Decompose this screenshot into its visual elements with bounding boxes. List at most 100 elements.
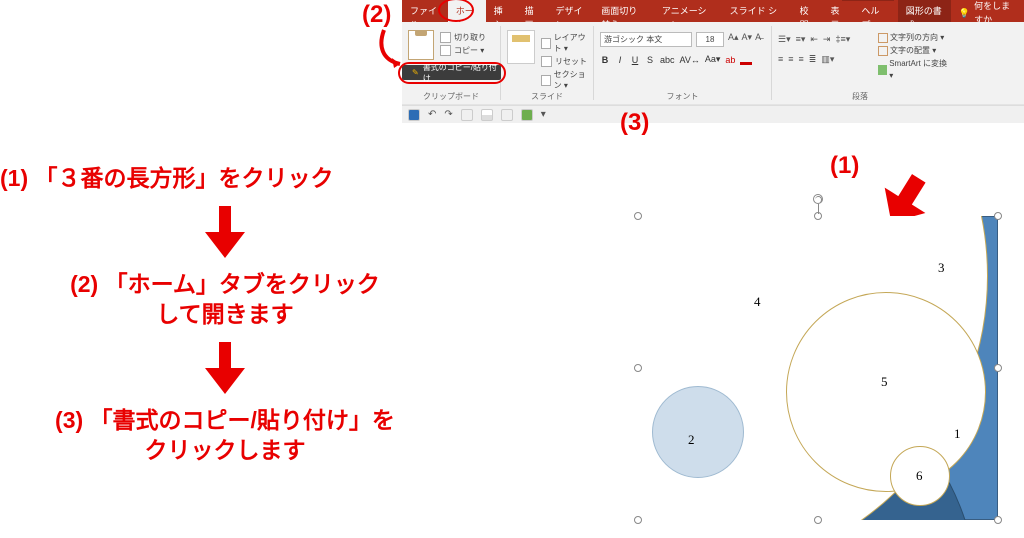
- shape-2-circle[interactable]: [652, 386, 744, 478]
- callout-2: (2): [362, 1, 391, 29]
- indent-dec-button[interactable]: ⇤: [810, 34, 818, 45]
- label-1: 1: [954, 426, 961, 442]
- align-center-button[interactable]: ≡: [788, 54, 793, 65]
- textdir-icon: [878, 33, 888, 43]
- tab-file[interactable]: ファイル: [402, 0, 448, 22]
- tab-review[interactable]: 校閲: [792, 0, 823, 22]
- grow-font-icon[interactable]: A▴: [728, 32, 739, 43]
- step-1-text: (1) 「３番の長方形」をクリック: [0, 164, 450, 194]
- qat-btn4[interactable]: [521, 109, 533, 121]
- tab-transitions[interactable]: 画面切り替え: [593, 0, 654, 22]
- underline-button[interactable]: U: [630, 55, 640, 65]
- bold-button[interactable]: B: [600, 55, 610, 65]
- tell-me[interactable]: 💡 何をしますか: [951, 0, 1024, 22]
- columns-button[interactable]: ▥▾: [821, 54, 834, 65]
- shadow-button[interactable]: abc: [660, 55, 675, 65]
- tab-draw[interactable]: 描画: [517, 0, 548, 22]
- copy-icon: [440, 45, 451, 56]
- step-2b: して開きます: [156, 301, 293, 327]
- context-group-title: 描画ツール: [842, 0, 894, 1]
- ribbon-tab-row: ファイル ホーム 挿入 描画 デザイン 画面切り替え アニメーション スライド …: [402, 0, 1024, 22]
- down-arrow-icon: [205, 342, 245, 394]
- tab-home[interactable]: ホーム: [448, 0, 486, 22]
- section-label[interactable]: セクション ▾: [554, 69, 593, 91]
- label-4: 4: [754, 294, 761, 310]
- handle-icon[interactable]: [994, 516, 1002, 524]
- tab-animations[interactable]: アニメーション: [654, 0, 722, 22]
- numbering-button[interactable]: ≡▾: [796, 34, 806, 45]
- layout-label[interactable]: レイアウト ▾: [554, 32, 593, 54]
- qat-redo-icon[interactable]: ↷: [444, 109, 452, 120]
- shape-5-circle[interactable]: [786, 292, 986, 492]
- font-size-select[interactable]: 18: [696, 32, 724, 47]
- step-2-text: (2) 「ホーム」タブをクリック して開きます: [0, 270, 450, 330]
- reset-icon: [541, 56, 552, 67]
- indent-inc-button[interactable]: ⇥: [823, 34, 831, 45]
- shrink-font-icon[interactable]: A▾: [742, 32, 753, 43]
- qat-more-icon[interactable]: ▾: [541, 109, 546, 120]
- font-name-select[interactable]: 游ゴシック 本文: [600, 32, 692, 47]
- group-slides: レイアウト ▾ リセット セクション ▾ スライド: [501, 26, 594, 100]
- ribbon-body: 切り取り コピー ▾ ✎ 書式のコピー/貼り付け クリップボード レイアウト ▾…: [402, 22, 1024, 105]
- handle-icon[interactable]: [994, 364, 1002, 372]
- textalign-icon: [878, 46, 888, 56]
- step-2a: (2) 「ホーム」タブをクリック: [70, 271, 380, 297]
- clear-format-icon[interactable]: A̶: [755, 32, 761, 43]
- step-3b: クリックします: [145, 437, 306, 463]
- italic-button[interactable]: I: [615, 55, 625, 65]
- tab-design[interactable]: デザイン: [548, 0, 594, 22]
- highlight-button[interactable]: ab: [725, 55, 735, 65]
- brush-icon: ✎: [412, 68, 419, 77]
- tab-insert[interactable]: 挿入: [486, 0, 517, 22]
- font-color-button[interactable]: [740, 55, 752, 65]
- label-6: 6: [916, 468, 923, 484]
- bullets-button[interactable]: ☰▾: [778, 34, 791, 45]
- down-arrow-icon: [205, 206, 245, 258]
- paste-button[interactable]: [408, 30, 434, 60]
- handle-icon[interactable]: [634, 212, 642, 220]
- group-title-font: フォント: [594, 91, 771, 102]
- new-slide-button[interactable]: [507, 30, 535, 64]
- align-left-button[interactable]: ≡: [778, 54, 783, 65]
- case-button[interactable]: Aa▾: [705, 54, 721, 65]
- textdir-label[interactable]: 文字列の方向 ▾: [890, 32, 944, 44]
- tab-slideshow[interactable]: スライド ショー: [722, 0, 792, 22]
- smartart-label[interactable]: SmartArt に変換 ▾: [889, 58, 948, 82]
- callout-3: (3): [620, 109, 649, 137]
- linespacing-button[interactable]: ‡≡▾: [835, 34, 850, 45]
- align-justify-button[interactable]: ≣: [809, 54, 817, 65]
- handle-icon[interactable]: [634, 364, 642, 372]
- strike-button[interactable]: S: [645, 55, 655, 65]
- label-2: 2: [688, 432, 695, 448]
- handle-icon[interactable]: [634, 516, 642, 524]
- step-3-text: (3) 「書式のコピー/貼り付け」を クリックします: [0, 406, 450, 466]
- tab-view[interactable]: 表示: [823, 0, 854, 22]
- qat-btn3[interactable]: [501, 109, 513, 121]
- tab-shape-format[interactable]: 図形の書式: [898, 0, 951, 22]
- powerpoint-ribbon: ファイル ホーム 挿入 描画 デザイン 画面切り替え アニメーション スライド …: [402, 0, 1024, 105]
- copy-label[interactable]: コピー ▾: [454, 45, 484, 56]
- group-title-clipboard: クリップボード: [402, 91, 500, 102]
- qat-btn2[interactable]: [481, 109, 493, 121]
- layout-icon: [541, 38, 551, 49]
- step-3a: (3) 「書式のコピー/貼り付け」を: [55, 407, 395, 433]
- tab-help[interactable]: ヘルプ: [853, 0, 891, 22]
- group-font: 游ゴシック 本文 18 A▴ A▾ A̶ B I U S abc AV↔ Aa▾…: [594, 26, 772, 100]
- spacing-button[interactable]: AV↔: [680, 55, 700, 65]
- group-title-paragraph: 段落: [772, 91, 948, 102]
- format-painter-button[interactable]: ✎ 書式のコピー/貼り付け: [402, 65, 501, 80]
- label-3: 3: [938, 260, 945, 276]
- handle-icon[interactable]: [994, 212, 1002, 220]
- group-clipboard: 切り取り コピー ▾ ✎ 書式のコピー/貼り付け クリップボード: [402, 26, 501, 100]
- qat-undo-icon[interactable]: ↶: [428, 109, 436, 120]
- rotate-handle-icon[interactable]: [813, 194, 823, 204]
- handle-icon[interactable]: [814, 516, 822, 524]
- cut-label[interactable]: 切り取り: [454, 32, 486, 43]
- reset-label[interactable]: リセット: [555, 56, 587, 67]
- shape-selection[interactable]: 1 2 3 4 5 6: [638, 216, 998, 520]
- callout-1: (1): [830, 152, 859, 180]
- textalign-label[interactable]: 文字の配置 ▾: [890, 45, 936, 57]
- qat-save-icon[interactable]: [408, 109, 420, 121]
- align-right-button[interactable]: ≡: [799, 54, 804, 65]
- qat-btn1[interactable]: [461, 109, 473, 121]
